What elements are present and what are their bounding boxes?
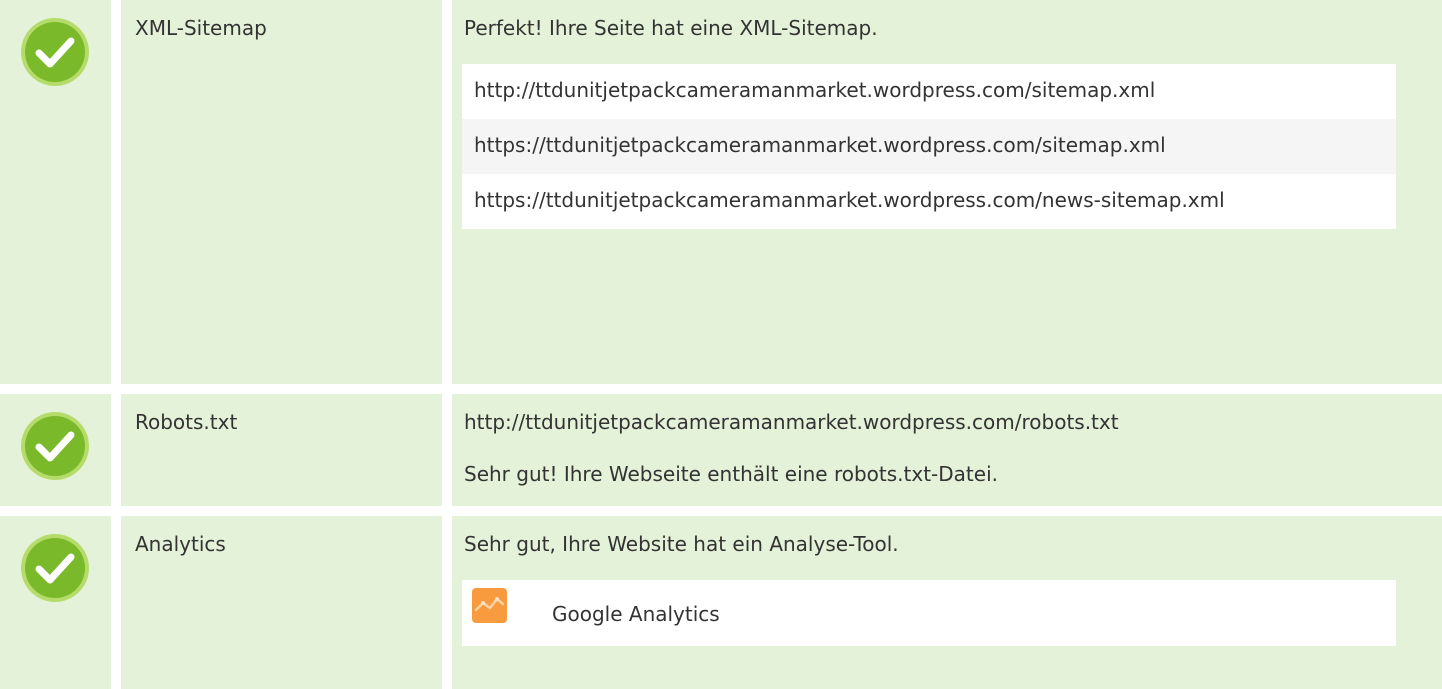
check-label: Robots.txt [135,410,238,434]
result-message: Perfekt! Ihre Seite hat eine XML-Sitemap… [464,16,878,40]
content-cell: http://ttdunitjetpackcameramanmarket.wor… [452,394,1442,506]
content-cell: Perfekt! Ihre Seite hat eine XML-Sitemap… [452,0,1442,384]
label-cell: Robots.txt [121,394,442,506]
status-cell [0,394,111,506]
result-message: Sehr gut, Ihre Website hat ein Analyse-T… [464,532,899,556]
sitemap-url-list: http://ttdunitjetpackcameramanmarket.wor… [462,64,1396,229]
check-circle-icon [19,532,91,604]
list-item: http://ttdunitjetpackcameramanmarket.wor… [462,64,1396,119]
check-circle-icon [19,410,91,482]
label-cell: Analytics [121,516,442,689]
check-row-robots: Robots.txt http://ttdunitjetpackcamerama… [0,394,1442,506]
label-cell: XML-Sitemap [121,0,442,384]
check-circle-icon [19,16,91,88]
list-item: https://ttdunitjetpackcameramanmarket.wo… [462,174,1396,229]
list-item: https://ttdunitjetpackcameramanmarket.wo… [462,119,1396,174]
analytics-tool-item: Google Analytics [462,580,1396,646]
check-row-analytics: Analytics Sehr gut, Ihre Website hat ein… [0,516,1442,689]
robots-url: http://ttdunitjetpackcameramanmarket.wor… [464,410,1119,434]
status-cell [0,516,111,689]
check-label: XML-Sitemap [135,16,267,40]
check-row-xml-sitemap: XML-Sitemap Perfekt! Ihre Seite hat eine… [0,0,1442,384]
result-message: Sehr gut! Ihre Webseite enthält eine rob… [464,462,998,486]
content-cell: Sehr gut, Ihre Website hat ein Analyse-T… [452,516,1442,689]
google-analytics-icon [472,588,507,623]
check-label: Analytics [135,532,226,556]
status-cell [0,0,111,384]
analytics-tool-name: Google Analytics [552,602,720,626]
